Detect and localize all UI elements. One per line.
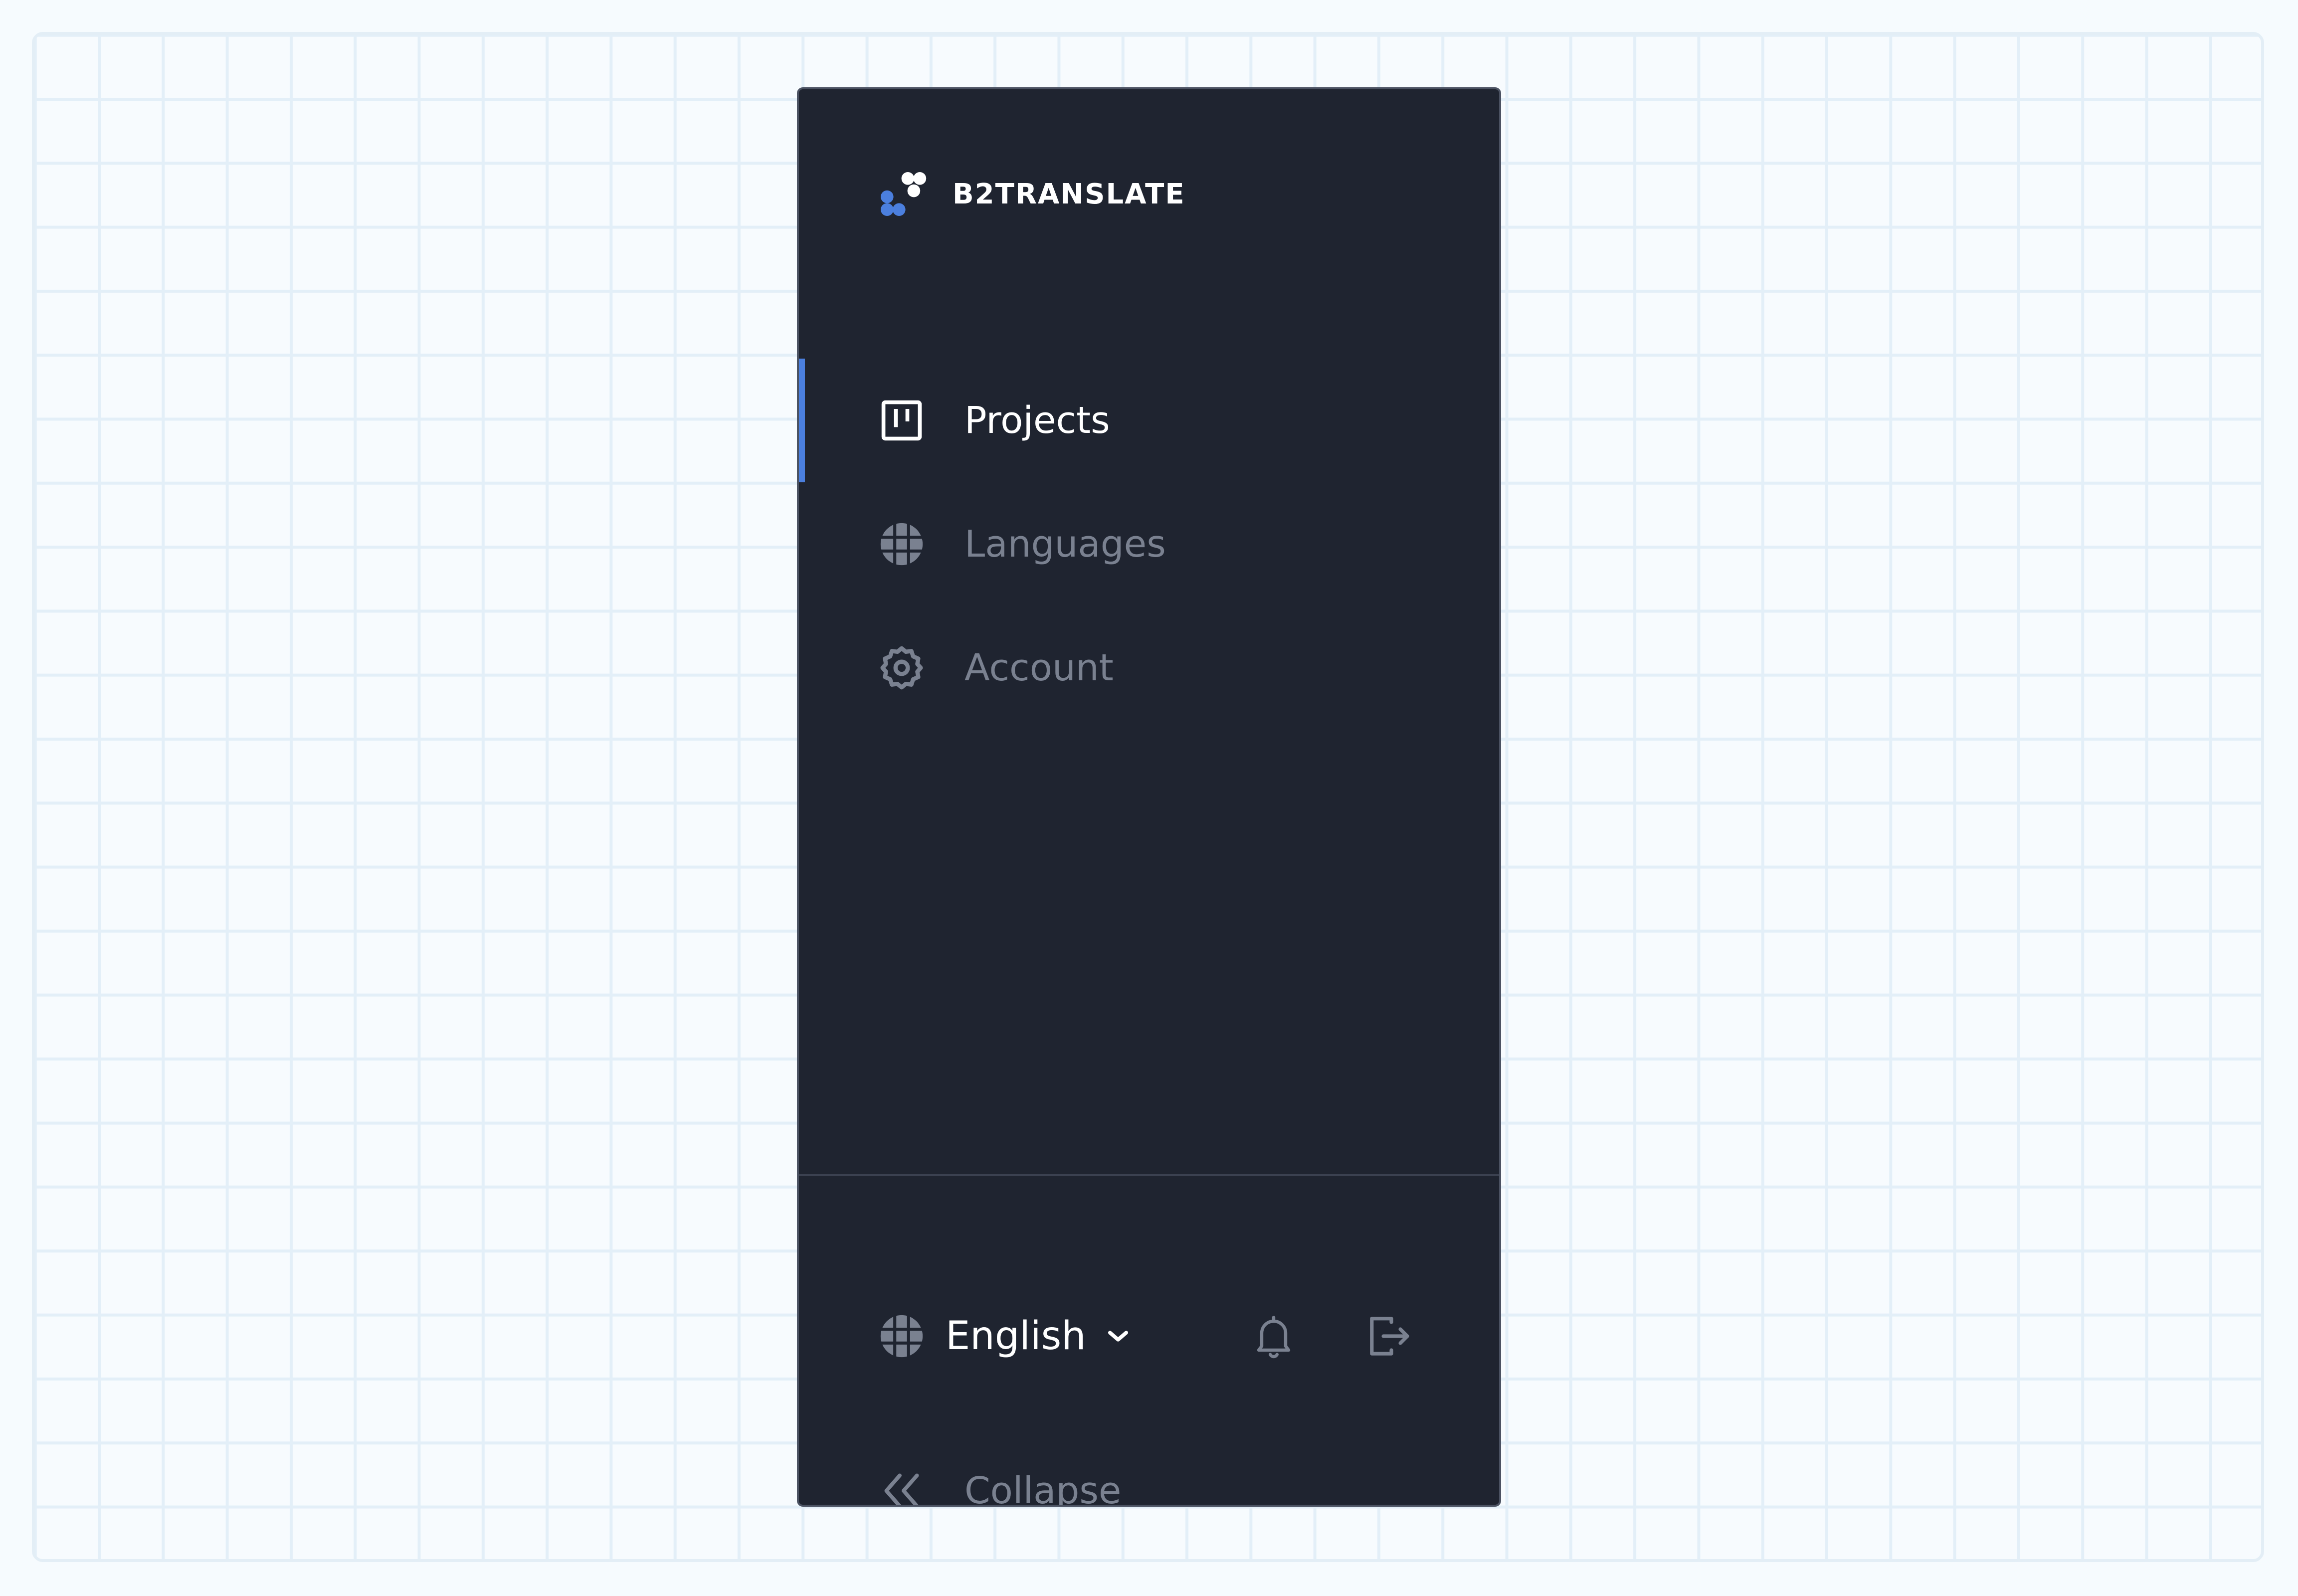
- footer-divider: [799, 1174, 1499, 1176]
- chevron-down-icon: [1108, 1331, 1128, 1342]
- kanban-board-icon: [881, 400, 922, 441]
- nav-item-label: Languages: [964, 523, 1166, 566]
- globe-icon: [880, 1315, 923, 1358]
- globe-icon: [880, 523, 923, 566]
- collapse-label: Collapse: [964, 1469, 1122, 1507]
- logout-button[interactable]: [1365, 1312, 1413, 1360]
- collapse-button[interactable]: Collapse: [799, 1461, 1499, 1507]
- main-nav: Projects Languages Account: [799, 359, 1499, 730]
- gear-icon: [880, 646, 923, 690]
- b2translate-logo-icon: [881, 172, 927, 216]
- nav-item-label: Account: [964, 646, 1114, 689]
- nav-item-projects[interactable]: Projects: [799, 359, 1499, 482]
- sidebar-footer: English: [799, 1306, 1499, 1366]
- nav-item-languages[interactable]: Languages: [799, 482, 1499, 606]
- brand[interactable]: B2TRANSLATE: [879, 169, 1185, 219]
- logout-icon: [1370, 1317, 1409, 1356]
- double-chevron-left-icon: [884, 1473, 919, 1505]
- brand-name: B2TRANSLATE: [953, 178, 1185, 210]
- nav-item-label: Projects: [964, 399, 1110, 442]
- notifications-button[interactable]: [1250, 1312, 1298, 1360]
- language-select-value: English: [946, 1314, 1086, 1359]
- nav-item-account[interactable]: Account: [799, 606, 1499, 730]
- sidebar: B2TRANSLATE Projects Languages Account E…: [797, 87, 1501, 1507]
- bell-icon: [1257, 1316, 1291, 1359]
- language-select[interactable]: English: [879, 1306, 1132, 1366]
